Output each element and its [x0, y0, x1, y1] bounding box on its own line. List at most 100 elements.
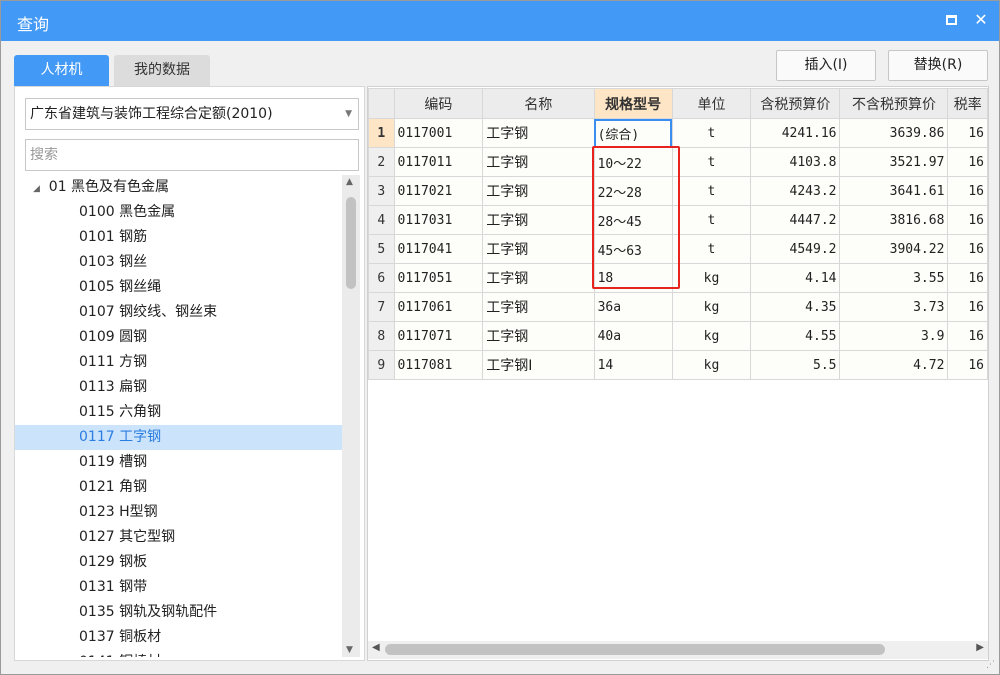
table-cell[interactable]: 4.14 [750, 263, 841, 293]
table-cell[interactable]: 0117051 [393, 263, 484, 293]
column-header[interactable]: 编码 [393, 88, 484, 119]
table-cell[interactable]: kg [671, 321, 752, 351]
table-cell[interactable]: 16 [947, 234, 988, 264]
grid-horizontal-scrollbar[interactable]: ◀ ▶ [368, 641, 988, 659]
replace-button[interactable]: 替换(R) [888, 50, 988, 81]
expand-triangle-icon[interactable]: ◢ [33, 184, 43, 194]
table-cell[interactable]: 0117001 [393, 118, 484, 148]
scroll-right-icon[interactable]: ▶ [976, 642, 984, 653]
tree-node[interactable]: ◢ 01 黑色及有色金属 [15, 175, 342, 200]
tree-node[interactable]: 0109 圆钢 [15, 325, 342, 350]
table-cell[interactable]: 工字钢 [482, 321, 595, 351]
table-cell[interactable]: 工字钢 [482, 205, 595, 235]
table-cell[interactable]: t [671, 176, 752, 206]
table-cell[interactable]: 3641.61 [839, 176, 949, 206]
tree-scrollbar[interactable]: ▲ ▼ [342, 175, 360, 657]
tree-node[interactable]: 0135 钢轨及钢轨配件 [15, 600, 342, 625]
tab-materials[interactable]: 人材机 [14, 55, 109, 86]
table-row[interactable]: 7 0117061 工字钢 36a kg 4.35 3.73 16 [368, 292, 988, 322]
tree-node[interactable]: 0101 钢筋 [15, 225, 342, 250]
maximize-icon[interactable] [941, 10, 961, 30]
table-cell[interactable]: 14 [593, 350, 673, 380]
close-icon[interactable]: ✕ [971, 10, 991, 30]
table-cell[interactable]: kg [671, 350, 752, 380]
row-number[interactable]: 1 [368, 118, 395, 148]
tree-node[interactable]: 0100 黑色金属 [15, 200, 342, 225]
column-header[interactable]: 不含税预算价 [839, 88, 949, 119]
table-row[interactable]: 8 0117071 工字钢 40a kg 4.55 3.9 16 [368, 321, 988, 351]
table-cell[interactable]: kg [671, 263, 752, 293]
tree-node[interactable]: 0121 角钢 [15, 475, 342, 500]
tree-node[interactable]: 0127 其它型钢 [15, 525, 342, 550]
table-cell[interactable]: 3521.97 [839, 147, 949, 177]
table-cell[interactable]: 4.72 [839, 350, 949, 380]
table-row[interactable]: 3 0117021 工字钢 22～28 t 4243.2 3641.61 16 [368, 176, 988, 206]
column-header[interactable] [368, 88, 395, 119]
row-number[interactable]: 4 [368, 205, 395, 235]
table-cell[interactable]: 18 [593, 263, 673, 293]
table-cell[interactable]: 36a [593, 292, 673, 322]
table-cell[interactable]: t [671, 205, 752, 235]
table-cell[interactable]: 4241.16 [750, 118, 841, 148]
scrollbar-thumb[interactable] [346, 197, 356, 289]
table-cell[interactable]: 工字钢 [482, 263, 595, 293]
table-cell[interactable]: 0117021 [393, 176, 484, 206]
column-header[interactable]: 规格型号 [593, 88, 673, 119]
scroll-left-icon[interactable]: ◀ [372, 642, 380, 653]
tree-node[interactable]: 0141 铜棒材 [15, 650, 342, 657]
table-cell[interactable]: 工字钢 [482, 176, 595, 206]
tree-node[interactable]: 0129 钢板 [15, 550, 342, 575]
row-number[interactable]: 5 [368, 234, 395, 264]
table-cell[interactable]: 28～45 [593, 205, 673, 235]
table-cell[interactable]: 工字钢I [482, 350, 595, 380]
table-cell[interactable]: (综合) [593, 118, 673, 148]
table-cell[interactable]: 3904.22 [839, 234, 949, 264]
tab-my-data[interactable]: 我的数据 [114, 55, 210, 86]
tree-node[interactable]: 0113 扁钢 [15, 375, 342, 400]
table-cell[interactable]: 16 [947, 321, 988, 351]
row-number[interactable]: 3 [368, 176, 395, 206]
table-row[interactable]: 1 0117001 工字钢 (综合) t 4241.16 3639.86 16 [368, 118, 988, 148]
table-cell[interactable]: 45～63 [593, 234, 673, 264]
table-cell[interactable]: 16 [947, 118, 988, 148]
scroll-down-icon[interactable]: ▼ [346, 645, 353, 655]
tree-node[interactable]: 0105 钢丝绳 [15, 275, 342, 300]
table-cell[interactable]: 工字钢 [482, 118, 595, 148]
table-cell[interactable]: 16 [947, 350, 988, 380]
scrollbar-thumb[interactable] [385, 644, 885, 655]
table-cell[interactable]: 3639.86 [839, 118, 949, 148]
column-header[interactable]: 含税预算价 [750, 88, 841, 119]
table-cell[interactable]: 16 [947, 147, 988, 177]
column-header[interactable]: 税率 [947, 88, 988, 119]
table-row[interactable]: 5 0117041 工字钢 45～63 t 4549.2 3904.22 16 [368, 234, 988, 264]
tree-node[interactable]: 0115 六角钢 [15, 400, 342, 425]
table-row[interactable]: 9 0117081 工字钢I 14 kg 5.5 4.72 16 [368, 350, 988, 380]
table-cell[interactable]: 3.9 [839, 321, 949, 351]
table-cell[interactable]: 工字钢 [482, 147, 595, 177]
row-number[interactable]: 7 [368, 292, 395, 322]
resize-grip-icon[interactable]: ⋰ [986, 660, 995, 670]
table-cell[interactable]: 4549.2 [750, 234, 841, 264]
table-cell[interactable]: 工字钢 [482, 234, 595, 264]
table-cell[interactable]: 4.35 [750, 292, 841, 322]
row-number[interactable]: 8 [368, 321, 395, 351]
table-cell[interactable]: 0117041 [393, 234, 484, 264]
column-header[interactable]: 单位 [671, 88, 752, 119]
table-row[interactable]: 4 0117031 工字钢 28～45 t 4447.2 3816.68 16 [368, 205, 988, 235]
title-bar[interactable]: 查询 ✕ [1, 1, 999, 41]
row-number[interactable]: 6 [368, 263, 395, 293]
tree-node[interactable]: 0103 钢丝 [15, 250, 342, 275]
table-cell[interactable]: 3.55 [839, 263, 949, 293]
table-cell[interactable]: t [671, 234, 752, 264]
table-cell[interactable]: 0117081 [393, 350, 484, 380]
tree-node[interactable]: 0111 方钢 [15, 350, 342, 375]
table-cell[interactable]: 22～28 [593, 176, 673, 206]
table-row[interactable]: 2 0117011 工字钢 10～22 t 4103.8 3521.97 16 [368, 147, 988, 177]
table-cell[interactable]: 4103.8 [750, 147, 841, 177]
row-number[interactable]: 9 [368, 350, 395, 380]
table-cell[interactable]: 16 [947, 292, 988, 322]
table-row[interactable]: 6 0117051 工字钢 18 kg 4.14 3.55 16 [368, 263, 988, 293]
table-cell[interactable]: 3816.68 [839, 205, 949, 235]
table-cell[interactable]: 0117061 [393, 292, 484, 322]
table-cell[interactable]: 16 [947, 263, 988, 293]
